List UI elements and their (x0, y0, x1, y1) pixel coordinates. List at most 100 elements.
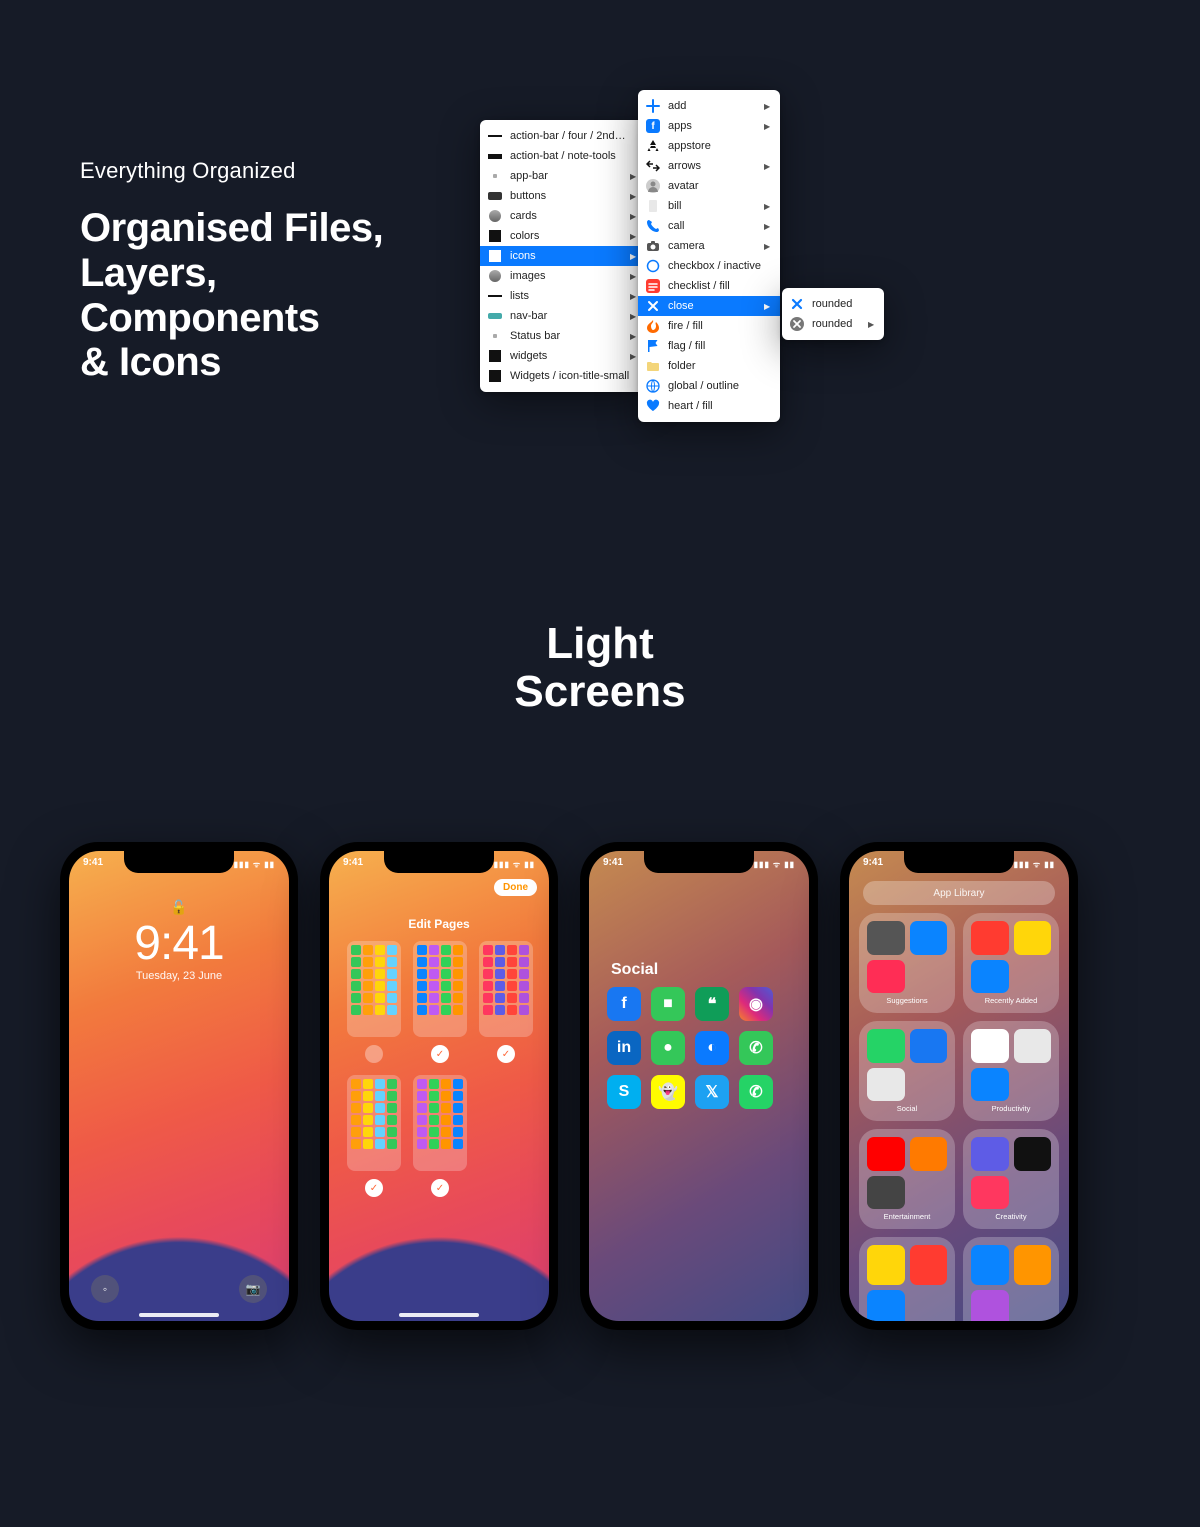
app-icon-cluster[interactable] (910, 1068, 948, 1102)
app-icon[interactable] (910, 921, 948, 955)
edit-page[interactable] (347, 941, 401, 1063)
app-icon[interactable] (867, 1029, 905, 1063)
app-icon[interactable] (867, 960, 905, 994)
panel-row[interactable]: global / outline (638, 376, 780, 396)
app-icon[interactable]: ✆ (739, 1031, 773, 1065)
app-icon-cluster[interactable] (910, 960, 948, 994)
app-icon-cluster[interactable] (1014, 960, 1052, 994)
page-toggle[interactable]: ✓ (431, 1045, 449, 1063)
app-icon[interactable] (867, 1137, 905, 1171)
app-library-search[interactable]: App Library (863, 881, 1055, 905)
page-toggle[interactable] (365, 1045, 383, 1063)
page-toggle[interactable]: ✓ (431, 1179, 449, 1197)
panel-row[interactable]: folder (638, 356, 780, 376)
library-group[interactable]: Suggestions (859, 913, 955, 1013)
panel-row[interactable]: close ▶ (638, 296, 780, 316)
camera-button[interactable]: 📷 (239, 1275, 267, 1303)
app-icon[interactable] (971, 1176, 1009, 1210)
app-icon[interactable]: ✆ (739, 1075, 773, 1109)
panel-row[interactable]: arrows ▶ (638, 156, 780, 176)
app-icon-cluster[interactable] (1014, 1176, 1052, 1210)
panel-row[interactable]: Status bar ▶ (480, 326, 646, 346)
app-icon[interactable] (910, 1245, 948, 1285)
app-icon[interactable]: ■ (651, 987, 685, 1021)
app-icon[interactable]: ◉ (739, 987, 773, 1021)
library-group[interactable]: Creativity (963, 1129, 1059, 1229)
app-icon[interactable] (1014, 1029, 1052, 1063)
panel-row[interactable]: Widgets / icon-title-small (480, 366, 646, 386)
home-indicator[interactable] (139, 1313, 219, 1317)
app-icon[interactable]: in (607, 1031, 641, 1065)
library-group[interactable]: Entertainment (859, 1129, 955, 1229)
done-button[interactable]: Done (494, 879, 537, 896)
app-icon[interactable] (910, 1029, 948, 1063)
panel-row[interactable]: icons ▶ (480, 246, 646, 266)
panel-row[interactable]: call ▶ (638, 216, 780, 236)
app-icon[interactable] (910, 1137, 948, 1171)
app-icon[interactable] (1014, 1137, 1052, 1171)
app-icon[interactable] (971, 921, 1009, 955)
app-icon[interactable] (867, 1245, 905, 1285)
app-icon[interactable] (971, 1029, 1009, 1063)
library-group[interactable]: Recently Added (963, 913, 1059, 1013)
app-icon[interactable]: ● (651, 1031, 685, 1065)
library-group[interactable] (963, 1237, 1059, 1321)
library-group[interactable] (859, 1237, 955, 1321)
page-toggle[interactable]: ✓ (497, 1045, 515, 1063)
panel-row[interactable]: appstore (638, 136, 780, 156)
app-icon[interactable] (1014, 1245, 1052, 1285)
panel-row[interactable]: checklist / fill (638, 276, 780, 296)
app-icon[interactable]: 𝕏 (695, 1075, 729, 1109)
panel-row[interactable]: checkbox / inactive (638, 256, 780, 276)
app-icon[interactable] (971, 960, 1009, 994)
panel-row[interactable]: rounded ▶ (782, 314, 884, 334)
flashlight-button[interactable]: ◦ (91, 1275, 119, 1303)
panel-row[interactable]: buttons ▶ (480, 186, 646, 206)
app-icon-cluster[interactable] (910, 1176, 948, 1210)
app-icon[interactable] (1014, 921, 1052, 955)
panel-row[interactable]: cards ▶ (480, 206, 646, 226)
app-icon[interactable]: ❝ (695, 987, 729, 1021)
panel-row[interactable]: rounded (782, 294, 884, 314)
panel-row[interactable]: fire / fill (638, 316, 780, 336)
app-icon[interactable] (867, 1176, 905, 1210)
app-icon[interactable] (971, 1290, 1009, 1322)
app-icon[interactable] (971, 1068, 1009, 1102)
edit-page[interactable]: ✓ (479, 941, 533, 1063)
panel-row[interactable]: images ▶ (480, 266, 646, 286)
panel-row[interactable]: action-bar / four / 2ndactive (480, 126, 646, 146)
panel-row[interactable]: nav-bar ▶ (480, 306, 646, 326)
app-icon[interactable] (867, 921, 905, 955)
panel-row[interactable]: widgets ▶ (480, 346, 646, 366)
panel-row[interactable]: bill ▶ (638, 196, 780, 216)
edit-page[interactable]: ✓ (413, 941, 467, 1063)
panel-row[interactable]: action-bat / note-tools (480, 146, 646, 166)
panel-row[interactable]: app-bar ▶ (480, 166, 646, 186)
panel-row[interactable]: camera ▶ (638, 236, 780, 256)
page-toggle[interactable]: ✓ (365, 1179, 383, 1197)
panel-row[interactable]: flag / fill (638, 336, 780, 356)
app-icon[interactable]: ◐ (695, 1031, 729, 1065)
app-icon[interactable]: S (607, 1075, 641, 1109)
app-icon[interactable]: 👻 (651, 1075, 685, 1109)
panel-row[interactable]: f apps ▶ (638, 116, 780, 136)
edit-page[interactable]: ✓ (347, 1075, 401, 1197)
app-icon-cluster[interactable] (1014, 1068, 1052, 1102)
app-icon[interactable]: f (607, 987, 641, 1021)
app-icon-cluster[interactable] (1014, 1290, 1052, 1322)
app-icon[interactable] (867, 1068, 905, 1102)
panel-row[interactable]: colors ▶ (480, 226, 646, 246)
panel-row[interactable]: add ▶ (638, 96, 780, 116)
panel-row[interactable]: avatar (638, 176, 780, 196)
panel-row[interactable]: lists ▶ (480, 286, 646, 306)
app-icon[interactable] (971, 1137, 1009, 1171)
panel-row[interactable]: heart / fill (638, 396, 780, 416)
folder-title[interactable]: Social (611, 961, 658, 979)
home-indicator[interactable] (399, 1313, 479, 1317)
app-icon[interactable] (971, 1245, 1009, 1285)
library-group[interactable]: Productivity (963, 1021, 1059, 1121)
app-icon-cluster[interactable] (910, 1290, 948, 1322)
app-icon[interactable] (867, 1290, 905, 1322)
edit-page[interactable]: ✓ (413, 1075, 467, 1197)
library-group[interactable]: Social (859, 1021, 955, 1121)
